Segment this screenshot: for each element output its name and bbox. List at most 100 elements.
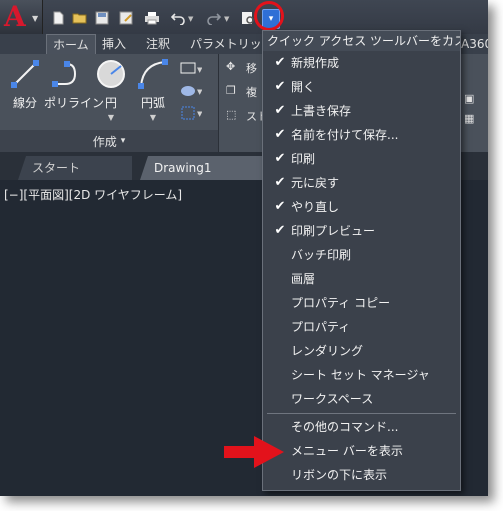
check-icon: ✔ [274,127,286,142]
svg-text:▼: ▼ [197,110,202,118]
menu-title: クイック アクセス ツールバーをカスタマイズ [263,31,460,51]
menu-item-label: ワークスペース [291,392,374,406]
check-icon: ✔ [274,103,286,118]
menu-item-redo[interactable]: ✔ やり直し [263,195,460,219]
draw-panel-label: 作成 [92,134,117,149]
menu-item-more-commands[interactable]: その他のコマンド... [263,415,460,439]
hatch-icon[interactable]: ▼ [180,84,203,101]
menu-item-open[interactable]: ✔ 開く [263,75,460,99]
menu-item-label: 名前を付けて保存... [291,128,399,142]
menu-item-label: 新規作成 [291,56,340,70]
menu-item-label: バッチ印刷 [291,248,352,262]
save-as-icon[interactable] [118,10,134,26]
new-icon[interactable] [50,10,66,26]
check-icon: ✔ [274,151,286,166]
move-label[interactable]: 移 [246,60,257,76]
arc-tool-label: 円弧 [140,96,165,110]
tab-home[interactable]: ホーム [46,34,96,54]
menu-item-show-menubar[interactable]: メニュー バーを表示 [263,439,460,463]
check-icon: ✔ [274,55,286,70]
autocad-logo-icon: A [4,0,26,33]
svg-text:▼: ▼ [197,66,202,74]
quick-access-toolbar: A ▼ ▼ ▼ ▾ [0,0,488,34]
undo-dropdown-icon[interactable]: ▼ [188,15,193,23]
autocad-window: A ▼ ▼ ▼ ▾ ホーム 挿入 注釈 パラメトリック A36 線分 ポリライン… [0,0,488,496]
menu-divider [267,413,456,414]
undo-icon[interactable] [170,10,186,26]
arc-icon [137,58,169,90]
menu-item-label: プロパティ [291,320,351,334]
print-icon[interactable] [144,10,160,26]
customize-qat-menu: クイック アクセス ツールバーをカスタマイズ ✔ 新規作成 ✔ 開く ✔ 上書き… [262,30,461,491]
menu-item-label: 開く [291,80,316,94]
tab-insert[interactable]: 挿入 [96,34,132,54]
tab-drawing1[interactable]: Drawing1 [140,156,274,180]
menu-item-label: 上書き保存 [291,104,352,118]
check-icon: ✔ [274,223,286,238]
chevron-down-icon[interactable]: ▼ [130,113,176,122]
polyline-tool-label: ポリライン [44,96,105,110]
menu-item-properties[interactable]: プロパティ [263,315,460,339]
menu-item-render[interactable]: レンダリング [263,339,460,363]
stretch-icon[interactable]: ⬚ [226,108,236,121]
save-icon[interactable] [94,10,110,26]
viewport-controls-label[interactable]: [−][平面図][2D ワイヤフレーム] [4,186,182,203]
arc-tool-button[interactable]: 円弧 ▼ [130,58,176,122]
menu-item-plot-preview[interactable]: ✔ 印刷プレビュー [263,219,460,243]
application-menu-button[interactable]: A ▼ [0,0,43,34]
chevron-down-icon[interactable]: ▼ [88,113,134,122]
menu-item-label: レンダリング [291,344,364,358]
menu-item-match-properties[interactable]: プロパティ コピー [263,291,460,315]
menu-item-label: プロパティ コピー [291,296,391,310]
menu-item-batch-plot[interactable]: バッチ印刷 [263,243,460,267]
rectangle-icon[interactable]: ▼ [180,62,203,79]
menu-item-label: 画層 [291,272,316,286]
block-editor-icon[interactable]: ▦ [464,112,474,125]
menu-item-save-as[interactable]: ✔ 名前を付けて保存... [263,123,460,147]
svg-text:▼: ▼ [197,88,202,96]
menu-item-layer[interactable]: 画層 [263,267,460,291]
menu-item-label: シート セット マネージャ [291,368,430,382]
circle-icon [95,58,127,90]
insert-block-icon[interactable]: ▣ [464,92,474,105]
check-icon: ✔ [274,79,286,94]
polyline-tool-button[interactable]: ポリライン [44,58,105,111]
tab-annotate[interactable]: 注釈 [140,34,176,54]
menu-item-print[interactable]: ✔ 印刷 [263,147,460,171]
menu-item-label: 元に戻す [291,176,340,190]
circle-tool-label: 円 [104,96,117,110]
menu-item-label: その他のコマンド... [291,420,399,434]
menu-item-undo[interactable]: ✔ 元に戻す [263,171,460,195]
chevron-down-icon: ▼ [32,14,39,23]
menu-item-label: メニュー バーを表示 [291,444,403,458]
move-icon[interactable]: ✥ [226,60,235,73]
circle-tool-button[interactable]: 円 ▼ [88,58,134,122]
menu-item-label: 印刷 [291,152,316,166]
menu-item-show-below-ribbon[interactable]: リボンの下に表示 [263,463,460,487]
red-arrow-annotation [224,436,284,468]
menu-item-label: 印刷プレビュー [291,224,376,238]
draw-panel-title[interactable]: 作成 ▾ [0,130,218,152]
redo-dropdown-icon[interactable]: ▼ [224,15,229,23]
highlight-circle-annotation [254,1,284,31]
menu-item-workspace[interactable]: ワークスペース [263,387,460,411]
menu-item-new[interactable]: ✔ 新規作成 [263,51,460,75]
line-tool-button[interactable]: 線分 [2,58,48,111]
menu-item-save[interactable]: ✔ 上書き保存 [263,99,460,123]
ribbon-panel-divider [218,54,219,152]
copy-label[interactable]: 複 [246,84,257,100]
chevron-down-icon: ▾ [120,136,126,146]
copy-icon[interactable]: ❐ [226,84,236,97]
check-icon: ✔ [274,175,286,190]
boundary-icon[interactable]: ▼ [180,106,203,123]
polyline-icon [51,58,83,90]
tab-start[interactable]: スタート [18,156,132,180]
redo-icon[interactable] [206,10,222,26]
line-tool-label: 線分 [12,96,37,110]
menu-item-label: リボンの下に表示 [291,468,388,482]
menu-item-sheet-set-manager[interactable]: シート セット マネージャ [263,363,460,387]
open-icon[interactable] [72,10,88,26]
line-icon [9,58,41,90]
menu-item-label: やり直し [291,200,340,214]
check-icon: ✔ [274,199,286,214]
